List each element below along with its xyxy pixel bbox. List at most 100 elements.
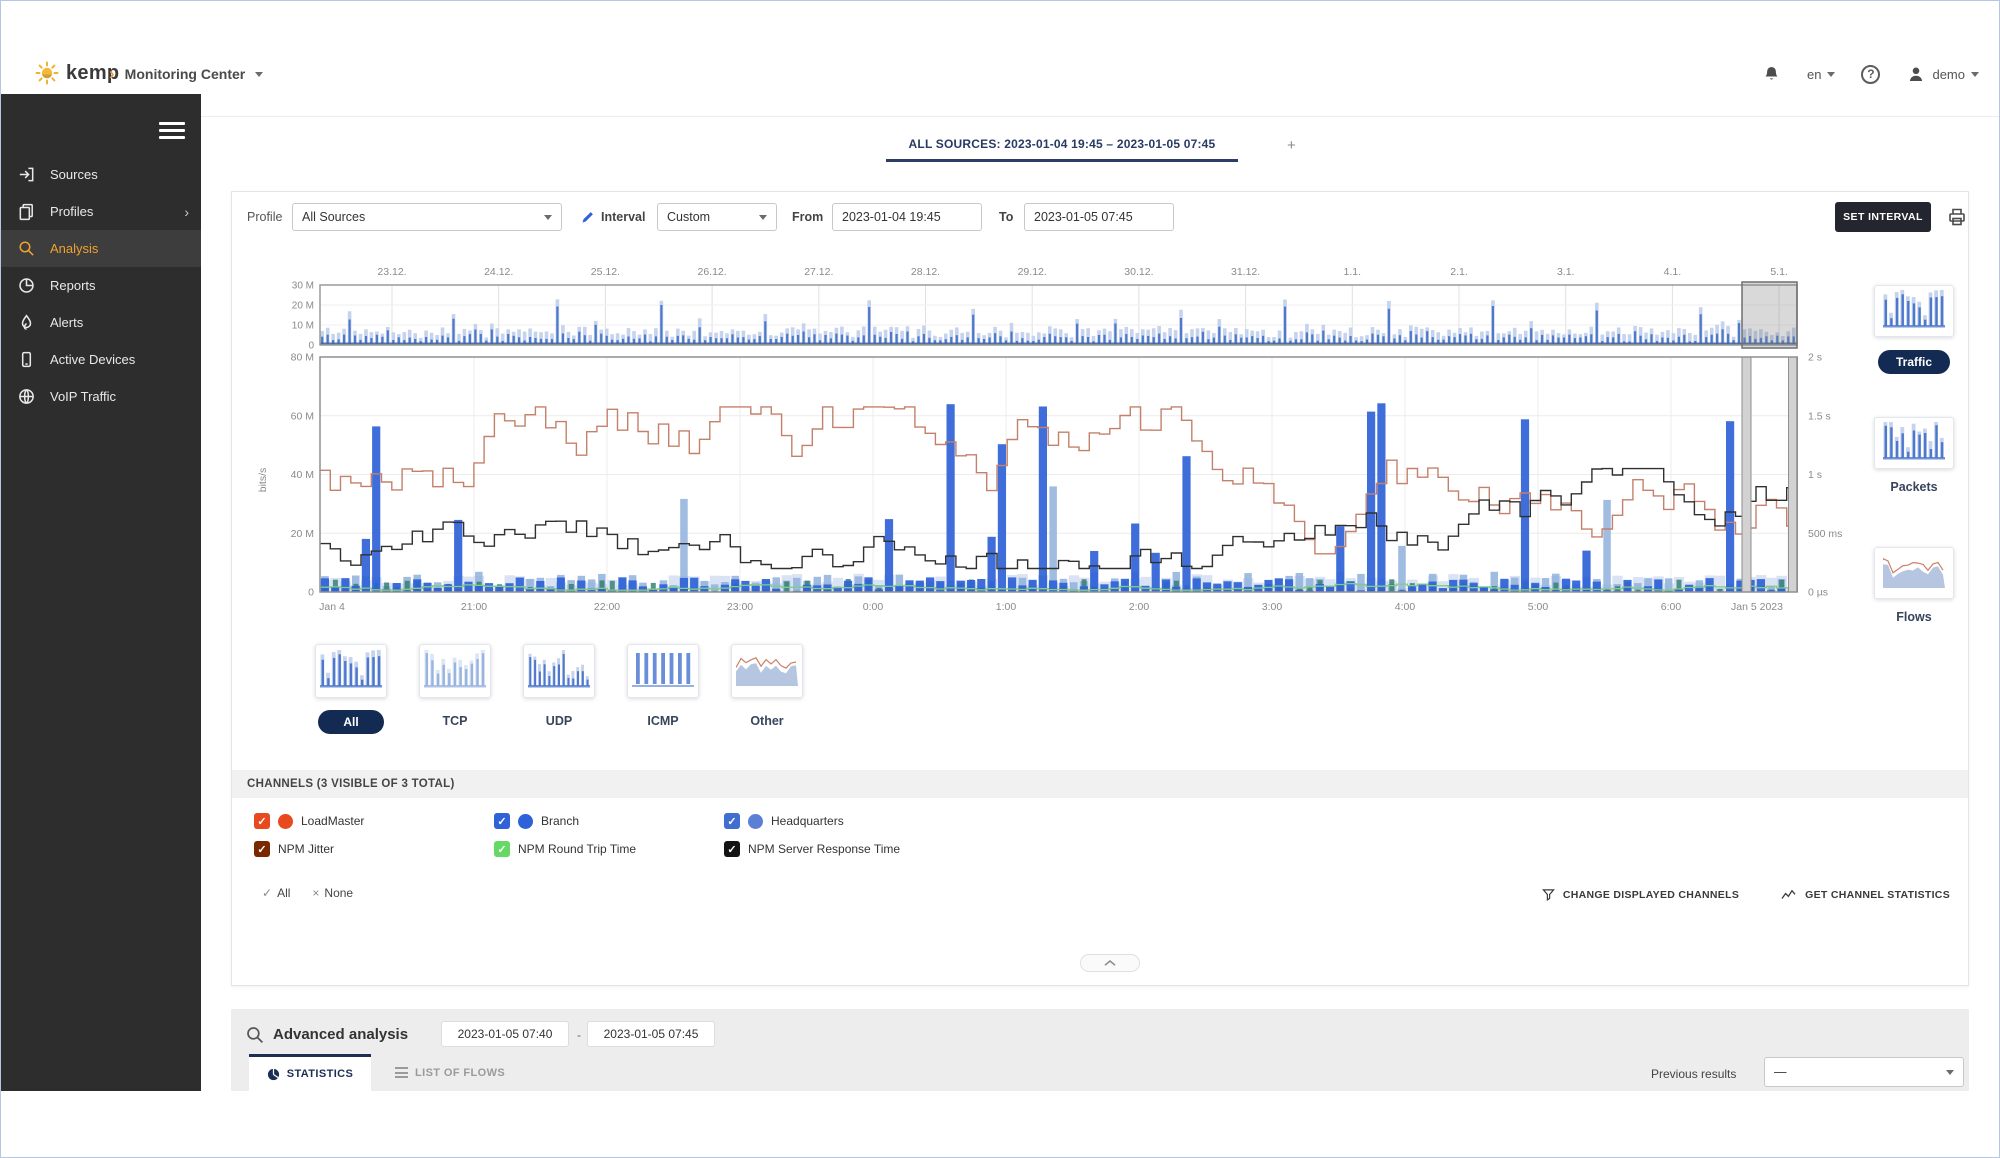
channel-checkbox[interactable] xyxy=(494,841,510,857)
sun-logo-icon xyxy=(35,61,59,85)
protocol-all-button[interactable]: All xyxy=(318,710,384,734)
protocol-icmp-button[interactable]: ICMP xyxy=(627,714,699,728)
sidebar-item-alerts[interactable]: Alerts xyxy=(1,304,201,341)
stats-line-icon xyxy=(1781,888,1797,901)
svg-text:bits/s: bits/s xyxy=(257,468,269,493)
channels-header: CHANNELS (3 VISIBLE OF 3 TOTAL) xyxy=(232,770,1968,798)
sidebar-item-label: Profiles xyxy=(50,204,93,219)
collapse-panel-button[interactable] xyxy=(1080,954,1140,972)
view-packets-button[interactable]: Packets xyxy=(1874,480,1954,494)
breadcrumb[interactable]: › Monitoring Center xyxy=(109,61,263,87)
view-flows-thumbnail[interactable] xyxy=(1874,547,1954,599)
protocol-tcp-thumbnail[interactable] xyxy=(419,644,491,698)
svg-text:Jan 5 2023: Jan 5 2023 xyxy=(1731,601,1783,613)
advanced-from-input[interactable] xyxy=(441,1021,569,1047)
svg-text:4:00: 4:00 xyxy=(1395,601,1416,613)
header-divider xyxy=(201,116,2000,117)
language-selector[interactable]: en xyxy=(1807,67,1835,82)
view-packets-thumbnail[interactable] xyxy=(1874,417,1954,469)
channel-branch: Branch xyxy=(494,812,579,830)
svg-text:10 M: 10 M xyxy=(292,321,314,332)
svg-text:23:00: 23:00 xyxy=(727,601,753,613)
channel-checkbox[interactable] xyxy=(494,813,510,829)
overview-range-chart[interactable]: 23.12.24.12.25.12.26.12.27.12.28.12.29.1… xyxy=(270,258,1810,352)
channel-checkbox[interactable] xyxy=(254,813,270,829)
pie-chart-icon xyxy=(267,1068,280,1081)
tab-list-of-flows[interactable]: LIST OF FLOWS xyxy=(381,1054,519,1091)
view-traffic-button[interactable]: Traffic xyxy=(1878,350,1950,374)
set-interval-button[interactable]: SET INTERVAL xyxy=(1835,202,1931,232)
help-button[interactable]: ? xyxy=(1861,65,1880,84)
svg-text:28.12.: 28.12. xyxy=(911,266,940,278)
sidebar-item-label: Analysis xyxy=(50,241,98,256)
sidebar-item-label: Active Devices xyxy=(50,352,135,367)
change-displayed-channels-button[interactable]: CHANGE DISPLAYED CHANNELS xyxy=(1542,888,1739,901)
protocol-all-thumbnail[interactable] xyxy=(315,644,387,698)
sidebar-item-active-devices[interactable]: Active Devices xyxy=(1,341,201,378)
previous-results-label: Previous results xyxy=(1651,1067,1736,1081)
profile-label: Profile xyxy=(247,203,282,231)
top-header: kemp › Monitoring Center en ? xyxy=(1,1,2000,94)
menu-toggle-button[interactable] xyxy=(159,122,185,140)
svg-text:21:00: 21:00 xyxy=(461,601,487,613)
kemp-logo[interactable]: kemp xyxy=(35,61,119,85)
svg-text:1 s: 1 s xyxy=(1808,469,1822,481)
channel-checkbox[interactable] xyxy=(254,841,270,857)
add-tab-button[interactable]: + xyxy=(1287,137,1296,154)
main-traffic-chart[interactable]: 80 M60 M40 M20 M02 s1.5 s1 s500 ms0 µsbi… xyxy=(252,352,1972,630)
svg-text:0:00: 0:00 xyxy=(863,601,884,613)
svg-text:20 M: 20 M xyxy=(291,528,314,540)
globe-phone-icon xyxy=(17,387,37,407)
advanced-analysis-section: Advanced analysis - STATISTICS LIST OF F… xyxy=(231,1009,1969,1091)
breadcrumb-label: Monitoring Center xyxy=(125,66,246,82)
print-icon[interactable] xyxy=(1946,206,1968,228)
chevron-up-icon xyxy=(1104,960,1116,966)
search-icon xyxy=(245,1025,265,1045)
svg-text:60 M: 60 M xyxy=(291,410,314,422)
channel-color-dot xyxy=(278,814,293,829)
user-menu[interactable]: demo xyxy=(1906,64,1979,84)
view-traffic-thumbnail[interactable] xyxy=(1874,285,1954,337)
advanced-to-input[interactable] xyxy=(587,1021,715,1047)
sidebar-item-label: Sources xyxy=(50,167,98,182)
sidebar-item-analysis[interactable]: Analysis xyxy=(1,230,201,267)
from-input[interactable] xyxy=(832,203,982,231)
svg-text:80 M: 80 M xyxy=(291,352,314,364)
sidebar-item-sources[interactable]: Sources xyxy=(1,156,201,193)
interval-select[interactable]: Custom xyxy=(657,203,777,231)
protocol-other-button[interactable]: Other xyxy=(731,714,803,728)
protocol-udp-thumbnail[interactable] xyxy=(523,644,595,698)
protocol-udp-button[interactable]: UDP xyxy=(523,714,595,728)
from-label: From xyxy=(792,203,823,231)
header-actions: en ? demo xyxy=(1762,61,1979,87)
svg-text:1.5 s: 1.5 s xyxy=(1808,410,1831,422)
svg-text:5.1.: 5.1. xyxy=(1770,266,1788,278)
sidebar-item-profiles[interactable]: Profiles › xyxy=(1,193,201,230)
view-flows-button[interactable]: Flows xyxy=(1874,610,1954,624)
channel-npm-jitter: NPM Jitter xyxy=(254,840,334,858)
interval-icon xyxy=(580,209,596,225)
get-channel-statistics-button[interactable]: GET CHANNEL STATISTICS xyxy=(1781,888,1950,901)
sidebar-item-voip-traffic[interactable]: VoIP Traffic xyxy=(1,378,201,415)
submenu-chevron-icon: › xyxy=(184,204,189,220)
tab-statistics[interactable]: STATISTICS xyxy=(249,1054,371,1091)
protocol-tcp-button[interactable]: TCP xyxy=(419,714,491,728)
select-all-channels[interactable]: ✓ All xyxy=(262,886,290,900)
tab-all-sources[interactable]: ALL SOURCES: 2023-01-04 19:45 – 2023-01-… xyxy=(886,137,1238,162)
sidebar: Sources Profiles › Analysis Reports xyxy=(1,94,201,1091)
to-input[interactable] xyxy=(1024,203,1174,231)
profile-select[interactable]: All Sources xyxy=(292,203,562,231)
sources-icon xyxy=(17,165,37,185)
previous-results-select[interactable]: — xyxy=(1764,1057,1964,1087)
channel-checkbox[interactable] xyxy=(724,813,740,829)
protocol-icmp-thumbnail[interactable] xyxy=(627,644,699,698)
channel-label: LoadMaster xyxy=(301,814,364,828)
sidebar-item-reports[interactable]: Reports xyxy=(1,267,201,304)
svg-text:26.12.: 26.12. xyxy=(697,266,726,278)
notifications-button[interactable] xyxy=(1762,64,1781,84)
protocol-other-thumbnail[interactable] xyxy=(731,644,803,698)
date-range-separator: - xyxy=(577,1028,581,1042)
channel-checkbox[interactable] xyxy=(724,841,740,857)
select-none-channels[interactable]: × None xyxy=(312,886,353,900)
interval-select-value: Custom xyxy=(667,210,710,224)
